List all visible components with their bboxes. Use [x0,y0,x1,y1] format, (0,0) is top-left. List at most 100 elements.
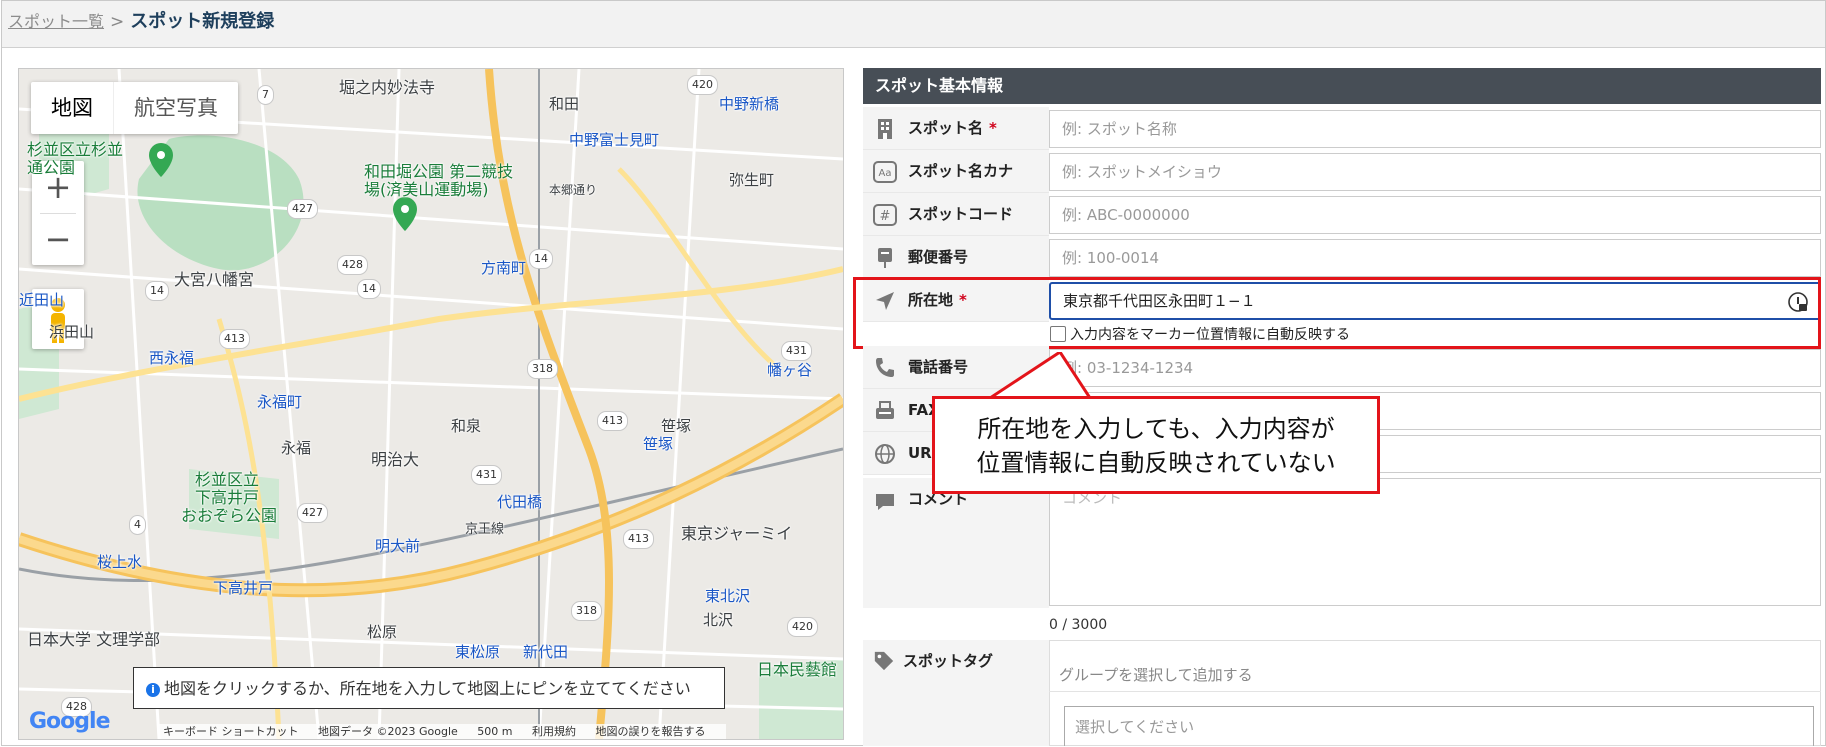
map-label: 東北沢 [705,587,751,605]
scale-text[interactable]: 500 m [477,725,512,738]
map-label: 代田橋 [497,493,543,511]
google-logo[interactable]: Google [29,709,110,734]
map-label: 松原 [367,623,398,641]
annotation-callout: 所在地を入力しても、入力内容が 位置情報に自動反映されていない [932,396,1380,494]
map-type-map-button[interactable]: 地図 [31,82,114,134]
comment-counter: 0 / 3000 [1049,617,1108,633]
field-label: スポットコード [908,205,1014,223]
map-label: 通公園 [27,158,76,177]
google-logo-text: Google [29,709,110,734]
field-label-cell: 郵便番号 [863,236,1049,279]
tag-label: スポットタグ [903,652,994,670]
keyboard-shortcuts-link[interactable]: キーボード ショートカット [163,725,299,738]
field-label: スポット名 * [908,107,997,150]
route-shield: 413 [597,411,628,431]
spot-code-input[interactable]: 例: ABC-0000000 [1049,196,1821,234]
map-type-control: 地図 航空写真 [31,82,238,134]
zoom-out-button[interactable]: − [32,213,84,265]
field-row-postal-code: 郵便番号 例: 100-0014 [863,236,1821,279]
map-label: 笹塚 [661,417,692,435]
map-hint-tooltip: i 地図をクリックするか、所在地を入力して地図上にピンを立ててください [133,667,725,709]
map-hint-text: 地図をクリックするか、所在地を入力して地図上にピンを立ててください [164,679,691,698]
field-row-spot-code: # スポットコード 例: ABC-0000000 [863,193,1821,236]
fax-icon [876,401,894,419]
postbox-icon [878,248,892,268]
map-label: 永福 [281,439,312,457]
route-shield: 427 [287,199,318,219]
map-label: 桜上水 [97,553,143,571]
comment-textarea[interactable]: コメント [1049,478,1821,606]
map-label: 堀之内妙法寺 [339,78,436,97]
map-label: 大宮八幡宮 [174,270,255,289]
postal-code-input[interactable]: 例: 100-0014 [1049,239,1821,277]
map-data-text: 地図データ ©2023 Google [318,725,458,738]
route-shield: 4 [129,515,146,535]
map-label: 西永福 [149,349,195,367]
comment-label-cell: コメント [863,478,1049,608]
route-shield: 431 [781,341,812,361]
route-shield: 431 [471,465,502,485]
field-row-spot-name: スポット名 * 例: スポット名称 [863,107,1821,150]
field-label-cell: Aa スポット名カナ [863,150,1049,193]
map-label: 明大前 [375,537,421,555]
tag-group-input[interactable]: グループを選択して追加する [1049,658,1821,692]
map-label: 日本民藝館 [757,660,838,679]
route-shield: 413 [623,529,654,549]
tag-select[interactable]: 選択してください [1064,706,1814,746]
map-label: 杉並区立杉並 [27,140,124,159]
info-icon: i [146,683,160,697]
zoom-divider [40,213,76,214]
map-label: 中野新橋 [719,95,780,113]
comment-icon [876,494,894,510]
address-highlight-box [853,277,1821,349]
phone-input[interactable]: 例: 03-1234-1234 [1049,349,1821,387]
terms-link[interactable]: 利用規約 [532,725,576,738]
map-type-satellite-button[interactable]: 航空写真 [114,82,238,134]
route-shield: 14 [529,249,553,269]
map-view[interactable]: 地図 航空写真 + − 堀之内妙法寺 和田 中野新橋 中野富士見町 杉並区立杉並… [18,68,844,740]
spot-name-input[interactable]: 例: スポット名称 [1049,110,1821,148]
map-label: 下高井戸 [195,488,260,507]
route-shield: 428 [337,255,368,275]
route-shield: 318 [571,601,602,621]
globe-icon [875,444,895,464]
page-title: スポット新規登録 [130,11,275,32]
tag-icon [874,651,894,671]
route-shield: 413 [219,329,250,349]
required-mark: * [989,119,997,137]
map-label: 幡ヶ谷 [767,361,813,379]
hash-icon: # [873,204,897,226]
callout-pointer [990,352,1093,400]
map-label: 弥生町 [729,171,775,189]
map-label: 方南町 [481,259,527,277]
route-shield: 14 [357,279,381,299]
map-label: 本郷通り [549,183,598,197]
field-label-cell: スポット名 * [863,107,1049,150]
route-shield: 318 [527,359,558,379]
map-label: 近田山 [19,291,65,309]
map-label: 笹塚 [643,435,674,453]
svg-text:Aa: Aa [879,168,892,179]
tag-label-cell: スポットタグ [863,640,1049,746]
map-label: 永福町 [257,393,303,411]
spot-kana-input[interactable]: 例: スポットメイショウ [1049,153,1821,191]
breadcrumb: スポット一覧 > スポット新規登録 [8,11,274,33]
map-label: おおぞら公園 [181,506,278,525]
map-label: 日本大学 文理学部 [27,630,161,649]
breadcrumb-spot-list-link[interactable]: スポット一覧 [8,12,104,31]
field-label-text: スポット名 [908,119,984,137]
field-label-cell: # スポットコード [863,193,1049,236]
map-label: 和田 [549,95,580,113]
route-shield: 420 [687,75,718,95]
callout-line-1: 所在地を入力しても、入力内容が [977,415,1335,443]
map-label: 東松原 [455,643,501,661]
map-label: 杉並区立 [195,470,260,489]
callout-line-2: 位置情報に自動反映されていない [976,449,1336,477]
field-row-spot-kana: Aa スポット名カナ 例: スポットメイショウ [863,150,1821,193]
phone-icon [876,358,894,377]
breadcrumb-separator: > [110,12,125,32]
building-icon [878,119,892,139]
report-error-link[interactable]: 地図の誤りを報告する [596,725,706,738]
route-shield: 427 [297,503,328,523]
map-label: 新代田 [523,643,569,661]
